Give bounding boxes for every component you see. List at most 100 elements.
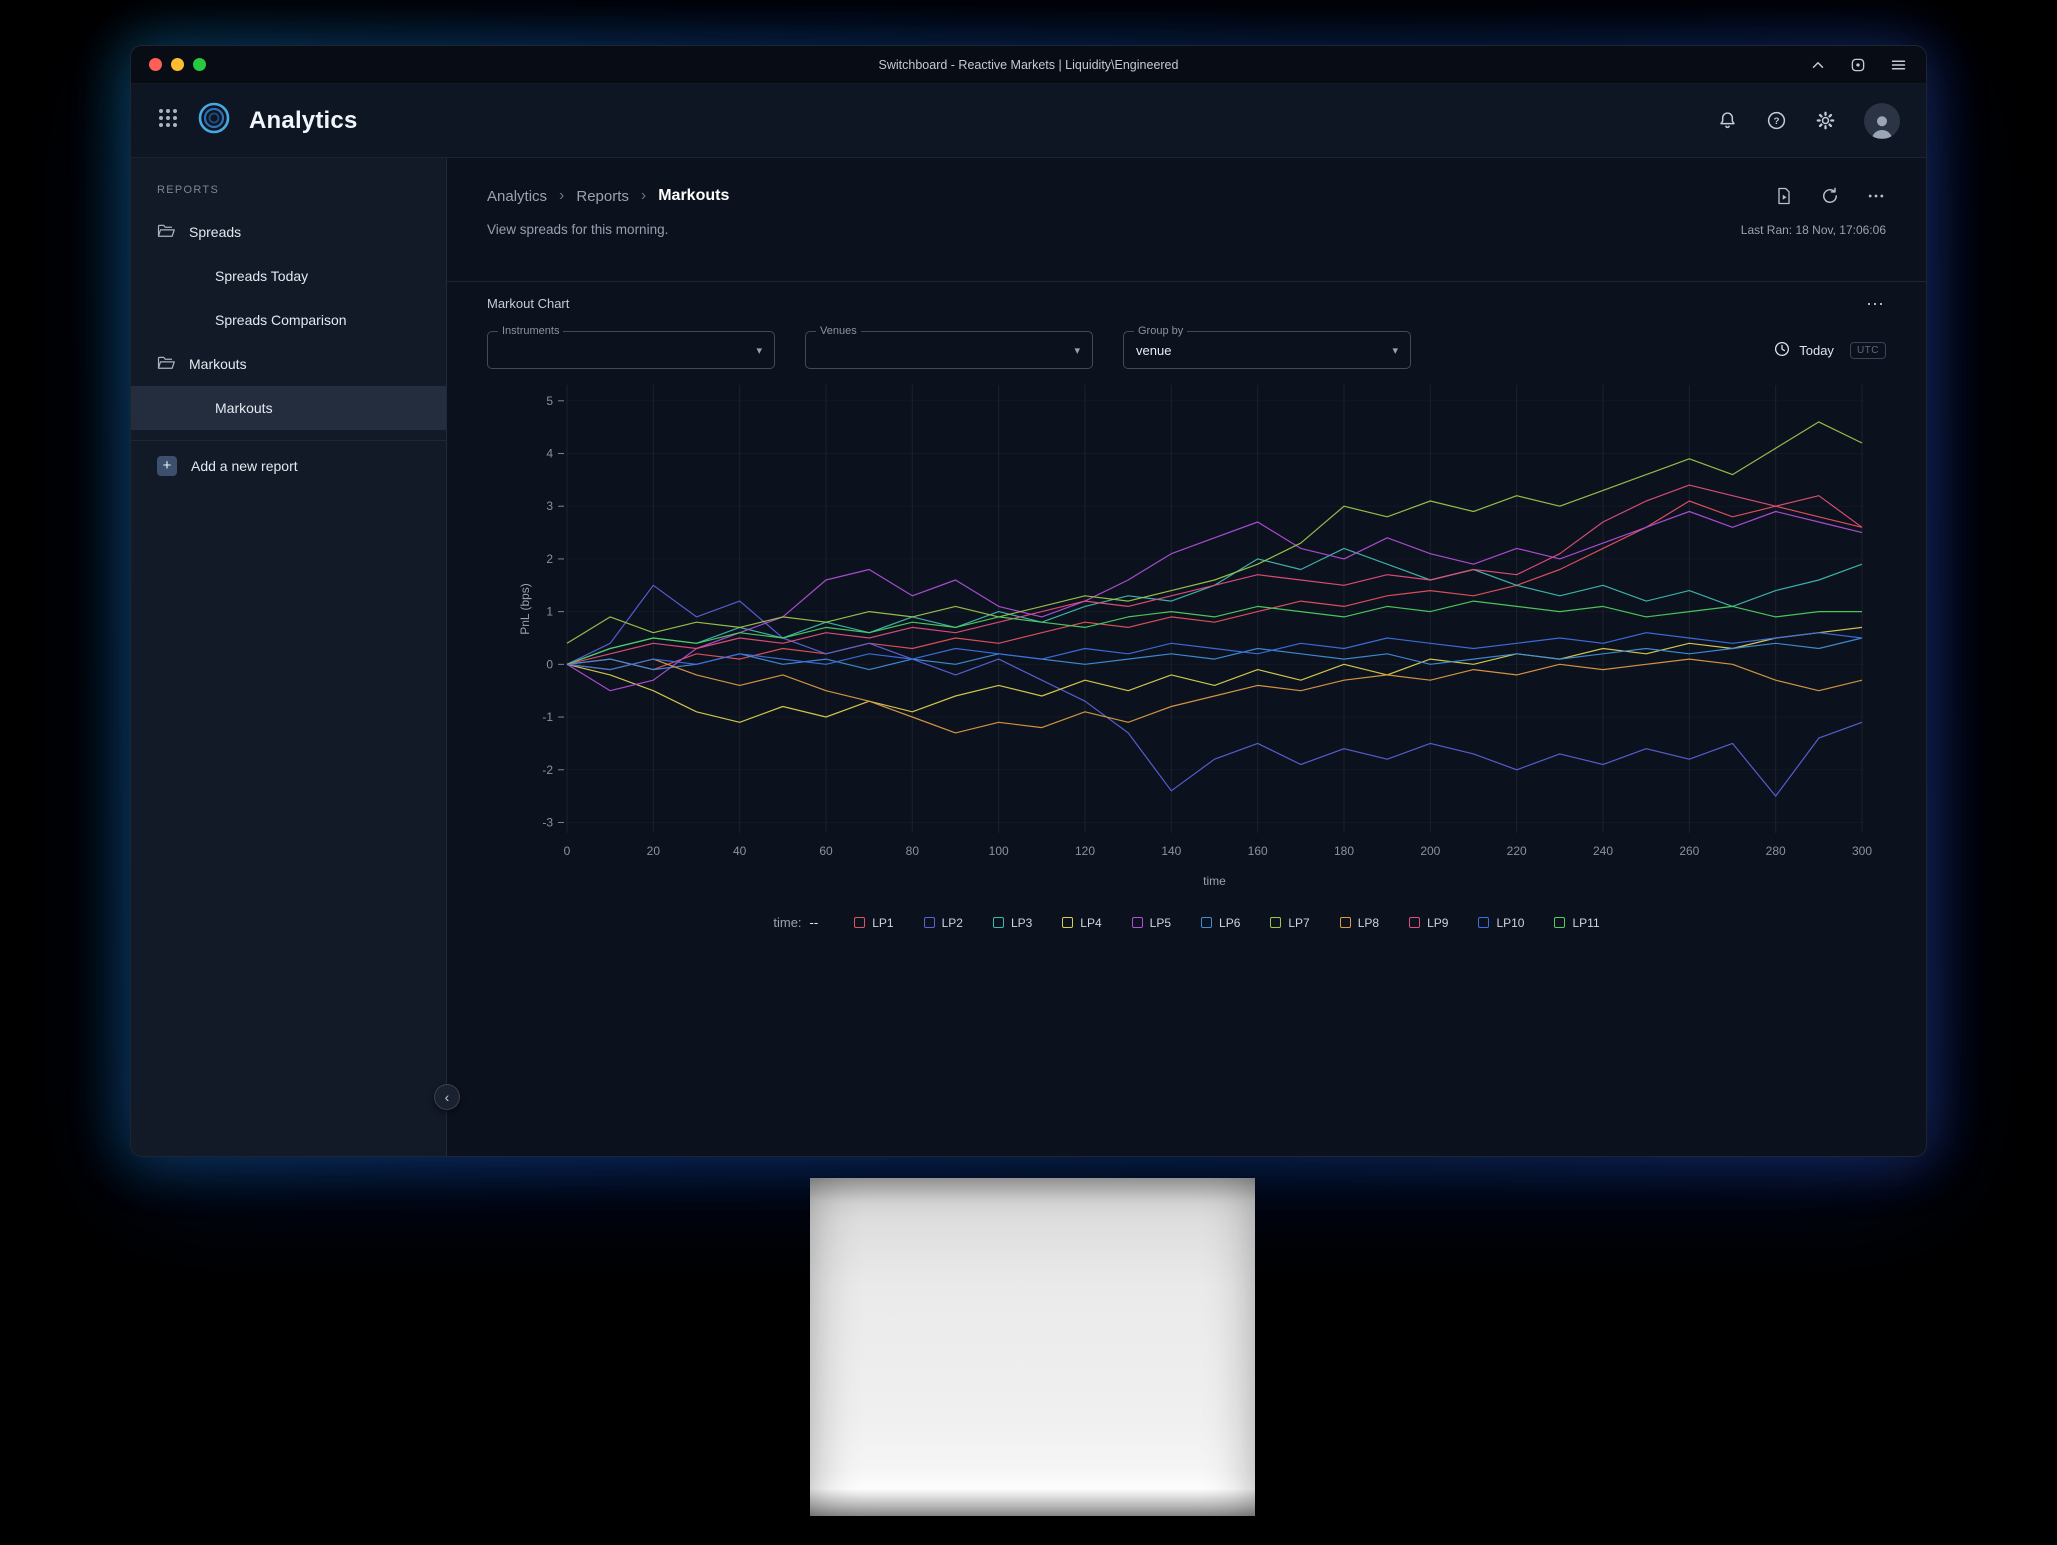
breadcrumb: Analytics › Reports › Markouts [487,186,1886,206]
sidebar: REPORTS Spreads Spreads Today Spreads Co… [131,158,447,1157]
sidebar-item-label: Add a new report [191,458,298,474]
legend-label: LP6 [1219,916,1240,930]
chevron-right-icon: › [559,187,564,205]
traffic-lights [149,58,206,71]
clock-icon [1773,340,1791,361]
svg-text:20: 20 [647,844,661,858]
legend-swatch [1409,917,1420,928]
report-subtitle: View spreads for this morning. [487,222,668,237]
add-report-button[interactable]: + Add a new report [131,440,446,490]
venues-select[interactable]: Venues ▾ [805,331,1093,369]
menu-icon[interactable] [1889,56,1908,74]
group-by-select-value: venue [1136,343,1171,358]
legend-swatch [1201,917,1212,928]
sidebar-item-spreads-today[interactable]: Spreads Today [131,254,446,298]
notifications-bell-icon[interactable] [1717,110,1738,131]
sidebar-item-markouts[interactable]: Markouts [131,386,446,430]
svg-text:-2: -2 [542,763,553,777]
svg-text:260: 260 [1679,844,1699,858]
svg-text:280: 280 [1766,844,1786,858]
markout-chart-panel: Markout Chart ⋯ Instruments ▾ Venues ▾ [447,282,1926,930]
extension-icon[interactable] [1849,56,1867,74]
instruments-select-label: Instruments [498,325,563,337]
svg-text:300: 300 [1852,844,1872,858]
sidebar-item-spreads-comparison[interactable]: Spreads Comparison [131,298,446,342]
legend-item-lp7[interactable]: LP7 [1270,916,1309,930]
export-report-icon[interactable] [1774,186,1794,206]
legend-label: LP3 [1011,916,1032,930]
chevron-right-icon: › [641,187,646,205]
svg-text:-1: -1 [542,710,553,724]
app-header: Analytics ? [131,84,1926,158]
legend-swatch [1340,917,1351,928]
svg-text:200: 200 [1420,844,1440,858]
breadcrumb-analytics[interactable]: Analytics [487,188,547,205]
chart-legend: time: -- LP1LP2LP3LP4LP5LP6LP7LP8LP9LP10… [487,915,1886,930]
help-icon[interactable]: ? [1766,110,1787,131]
svg-text:140: 140 [1161,844,1181,858]
desktop: Switchboard - Reactive Markets | Liquidi… [0,0,2057,1545]
sidebar-item-spreads[interactable]: Spreads [131,210,446,254]
refresh-icon[interactable] [1820,186,1840,206]
group-by-select[interactable]: Group by venue ▾ [1123,331,1411,369]
sidebar-item-markouts-folder[interactable]: Markouts [131,342,446,386]
legend-label: LP5 [1150,916,1171,930]
svg-text:160: 160 [1248,844,1268,858]
zoom-window-button[interactable] [193,58,206,71]
legend-item-lp9[interactable]: LP9 [1409,916,1448,930]
legend-item-lp3[interactable]: LP3 [993,916,1032,930]
user-avatar[interactable] [1864,103,1900,139]
sidebar-item-label: Markouts [189,356,247,372]
today-button[interactable]: Today [1773,340,1834,361]
last-ran-timestamp: Last Ran: 18 Nov, 17:06:06 [1741,223,1886,237]
app-launcher-icon[interactable] [157,107,179,134]
legend-label: LP4 [1080,916,1101,930]
legend-label: LP11 [1572,916,1599,930]
instruments-select[interactable]: Instruments ▾ [487,331,775,369]
chevron-up-icon[interactable] [1809,56,1827,74]
chart-more-options-icon[interactable]: ⋯ [1866,299,1886,309]
legend-item-lp11[interactable]: LP11 [1554,916,1599,930]
legend-item-lp10[interactable]: LP10 [1478,916,1524,930]
legend-item-lp1[interactable]: LP1 [854,916,893,930]
legend-label: LP9 [1427,916,1448,930]
svg-text:?: ? [1774,116,1780,127]
titlebar: Switchboard - Reactive Markets | Liquidi… [131,46,1926,84]
legend-item-lp2[interactable]: LP2 [924,916,963,930]
chevron-down-icon: ▾ [756,344,762,357]
more-options-icon[interactable] [1866,186,1886,206]
breadcrumb-reports[interactable]: Reports [576,188,629,205]
app-logo-icon [197,101,231,140]
legend-item-lp8[interactable]: LP8 [1340,916,1379,930]
legend-swatch [924,917,935,928]
svg-text:220: 220 [1507,844,1527,858]
svg-text:120: 120 [1075,844,1095,858]
svg-text:240: 240 [1593,844,1613,858]
legend-swatch [1132,917,1143,928]
sidebar-item-label: Spreads [189,224,241,240]
legend-swatch [1062,917,1073,928]
legend-label: LP1 [872,916,893,930]
breadcrumb-markouts: Markouts [658,187,729,205]
folder-icon [157,223,175,242]
close-window-button[interactable] [149,58,162,71]
legend-item-lp5[interactable]: LP5 [1132,916,1171,930]
window-title: Switchboard - Reactive Markets | Liquidi… [879,58,1179,72]
svg-text:3: 3 [546,499,553,513]
sidebar-section-label: REPORTS [131,184,446,196]
legend-swatch [1554,917,1565,928]
legend-item-lp4[interactable]: LP4 [1062,916,1101,930]
sidebar-collapse-button[interactable]: ‹ [434,1084,460,1110]
utc-toggle[interactable]: UTC [1850,342,1886,359]
settings-gear-icon[interactable] [1815,110,1836,131]
svg-text:60: 60 [819,844,833,858]
legend-label: LP7 [1288,916,1309,930]
legend-item-lp6[interactable]: LP6 [1201,916,1240,930]
svg-text:2: 2 [546,552,553,566]
sidebar-item-label: Spreads Comparison [215,312,347,328]
svg-text:time: time [1203,874,1226,888]
app-window: Switchboard - Reactive Markets | Liquidi… [130,45,1927,1157]
minimize-window-button[interactable] [171,58,184,71]
legend-label: LP8 [1358,916,1379,930]
legend-swatch [854,917,865,928]
